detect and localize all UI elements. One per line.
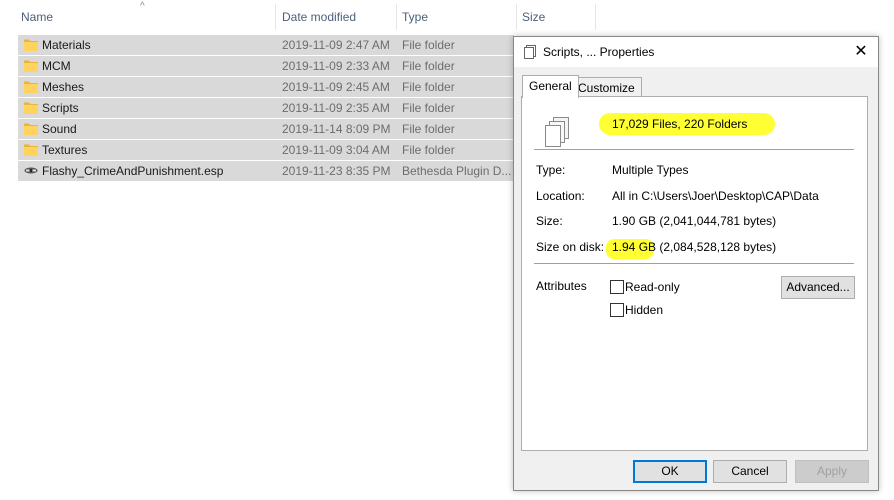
apply-button[interactable]: Apply [795, 460, 869, 483]
readonly-checkbox[interactable] [610, 280, 624, 294]
tab-customize[interactable]: Customize [571, 77, 642, 98]
file-row-esp[interactable]: Flashy_CrimeAndPunishment.esp 2019-11-23… [18, 161, 514, 181]
size-on-disk-highlighted-value: 1.94 GB [612, 240, 657, 254]
hidden-label[interactable]: Hidden [625, 302, 663, 318]
folder-icon [24, 59, 38, 72]
size-on-disk-bytes: (2,084,528,128 bytes) [656, 240, 777, 254]
attributes-label: Attributes [536, 279, 587, 293]
type-value: Multiple Types [612, 163, 689, 177]
close-icon[interactable]: ✕ [844, 37, 878, 67]
file-row-sound[interactable]: Sound 2019-11-14 8:09 PM File folder [18, 119, 514, 139]
file-date: 2019-11-09 2:33 AM [282, 59, 390, 73]
sort-ascending-icon: ^ [140, 1, 145, 12]
dialog-titlebar[interactable]: Scripts, ... Properties ✕ [514, 37, 878, 67]
folder-icon [24, 38, 38, 51]
column-divider[interactable] [275, 4, 276, 30]
file-row-scripts[interactable]: Scripts 2019-11-09 2:35 AM File folder [18, 98, 514, 118]
column-header-date-modified[interactable]: Date modified [282, 0, 356, 34]
column-header-type[interactable]: Type [402, 0, 428, 34]
cancel-button[interactable]: Cancel [713, 460, 787, 483]
file-date: 2019-11-09 3:04 AM [282, 143, 390, 157]
file-row-textures[interactable]: Textures 2019-11-09 3:04 AM File folder [18, 140, 514, 160]
column-divider[interactable] [595, 4, 596, 30]
file-type: File folder [402, 80, 455, 94]
file-name: Materials [42, 38, 91, 52]
divider [534, 149, 854, 150]
documents-icon [523, 45, 537, 62]
dialog-title: Scripts, ... Properties [543, 45, 655, 59]
location-label: Location: [536, 189, 585, 203]
file-name: Sound [42, 122, 77, 136]
multiple-files-icon [544, 117, 570, 152]
folder-icon [24, 101, 38, 114]
file-name: Meshes [42, 80, 85, 94]
file-type: File folder [402, 143, 455, 157]
column-header-size[interactable]: Size [522, 0, 545, 34]
file-name: Textures [42, 143, 88, 157]
folder-icon [24, 143, 38, 156]
readonly-label[interactable]: Read-only [625, 279, 680, 295]
folder-icon [24, 80, 38, 93]
esp-file-icon [24, 164, 38, 177]
file-date: 2019-11-23 8:35 PM [282, 164, 391, 178]
size-value: 1.90 GB (2,041,044,781 bytes) [612, 214, 777, 228]
ok-button[interactable]: OK [633, 460, 707, 483]
divider [534, 263, 854, 264]
file-type: File folder [402, 38, 455, 52]
file-type: File folder [402, 101, 455, 115]
location-value: All in C:\Users\Joer\Desktop\CAP\Data [612, 189, 819, 203]
file-name: Scripts [42, 101, 79, 115]
properties-dialog: Scripts, ... Properties ✕ General Custom… [513, 36, 879, 491]
column-header-name[interactable]: Name [21, 0, 53, 34]
file-row-meshes[interactable]: Meshes 2019-11-09 2:45 AM File folder [18, 77, 514, 97]
size-on-disk-value: 1.94 GB (2,084,528,128 bytes) [612, 239, 776, 255]
column-divider[interactable] [516, 4, 517, 30]
general-tab-panel: 17,029 Files, 220 Folders Type: Multiple… [521, 96, 868, 451]
type-label: Type: [536, 163, 566, 177]
file-date: 2019-11-14 8:09 PM [282, 122, 391, 136]
file-name: Flashy_CrimeAndPunishment.esp [42, 164, 224, 178]
file-type: Bethesda Plugin D... [402, 164, 512, 178]
file-date: 2019-11-09 2:47 AM [282, 38, 390, 52]
size-on-disk-label: Size on disk: [536, 240, 605, 254]
advanced-button[interactable]: Advanced... [781, 276, 855, 299]
file-name: MCM [42, 59, 71, 73]
tab-general[interactable]: General [522, 75, 579, 98]
folder-icon [24, 122, 38, 135]
size-label: Size: [536, 214, 563, 228]
file-type: File folder [402, 59, 455, 73]
file-date: 2019-11-09 2:35 AM [282, 101, 390, 115]
hidden-checkbox[interactable] [610, 303, 624, 317]
file-row-mcm[interactable]: MCM 2019-11-09 2:33 AM File folder [18, 56, 514, 76]
column-divider[interactable] [396, 4, 397, 30]
file-row-materials[interactable]: Materials 2019-11-09 2:47 AM File folder [18, 35, 514, 55]
file-date: 2019-11-09 2:45 AM [282, 80, 390, 94]
file-type: File folder [402, 122, 455, 136]
file-folder-count: 17,029 Files, 220 Folders [612, 117, 748, 131]
